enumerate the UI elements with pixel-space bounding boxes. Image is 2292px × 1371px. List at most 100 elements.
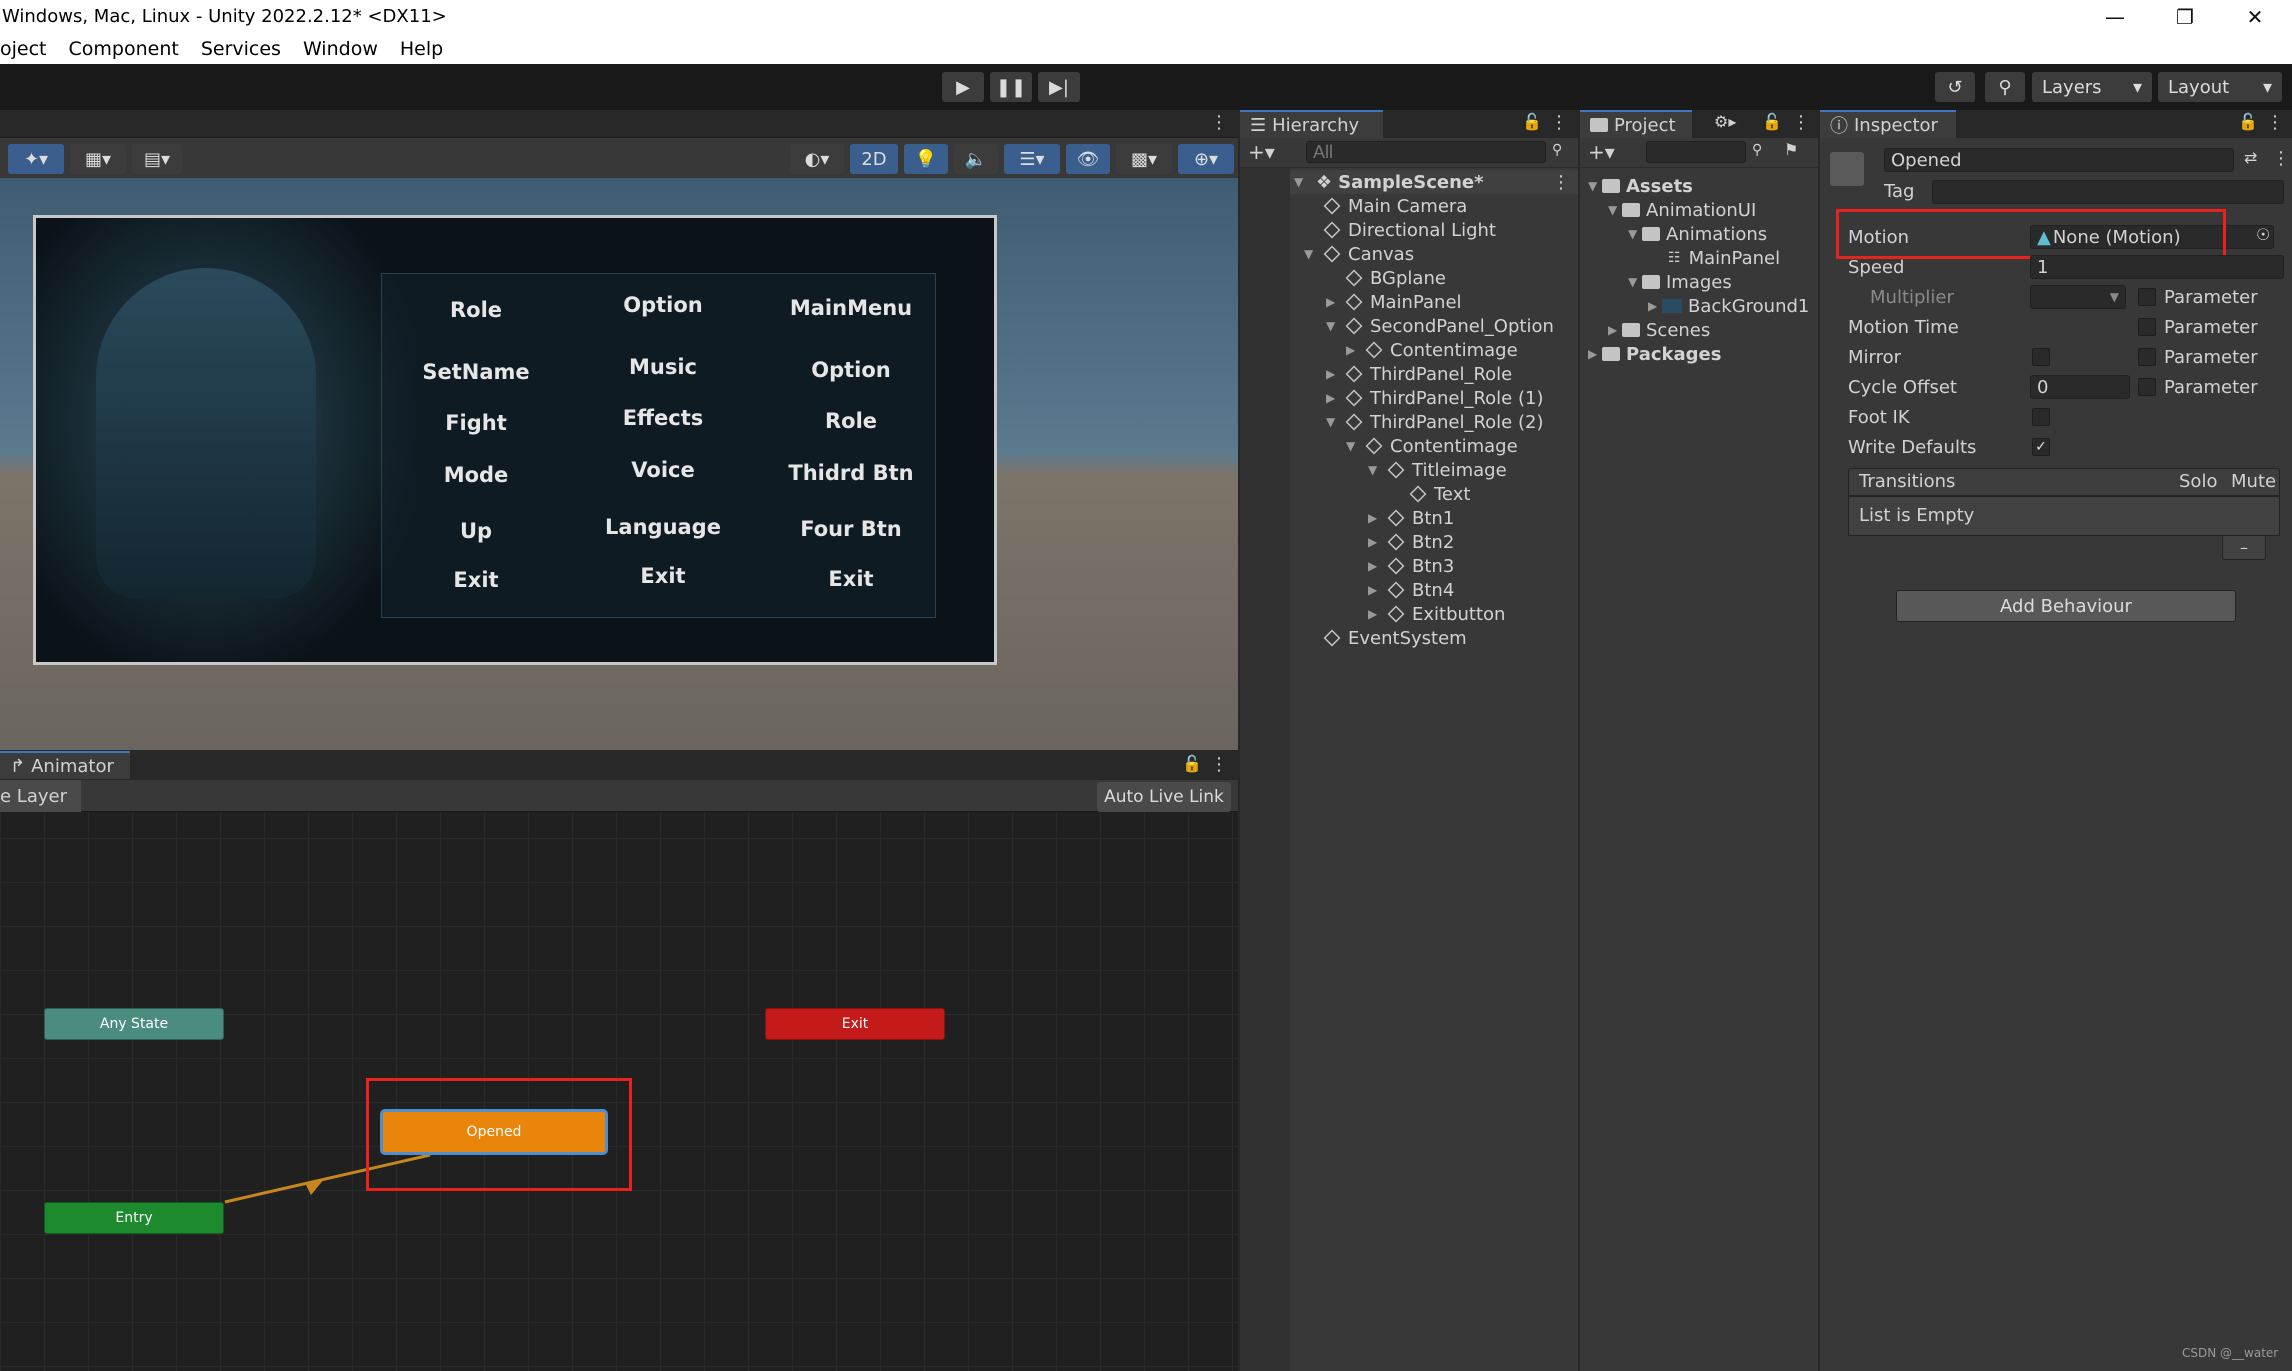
multiplier-dropdown[interactable]: ▼ [2030, 285, 2126, 309]
close-icon[interactable]: ✕ [2222, 0, 2288, 34]
tree-item[interactable]: ▶ Scenes [1608, 318, 1710, 342]
layers-dropdown[interactable]: Layers ▾ [2032, 72, 2152, 102]
tree-item[interactable]: ▶ Btn4 [1368, 578, 1454, 602]
option-button[interactable]: Option [583, 293, 743, 317]
tree-item[interactable]: ▼ Animations [1628, 222, 1767, 246]
motion-time-parameter-checkbox[interactable] [2138, 318, 2156, 336]
preset-icon[interactable]: ⇄ [2244, 148, 2257, 167]
minimize-icon[interactable]: — [2082, 0, 2148, 34]
lock-icon[interactable]: 🔓 [2238, 112, 2258, 131]
visibility-icon[interactable]: 👁 [1066, 144, 1110, 174]
chevron-right-icon[interactable]: ▶ [1608, 323, 1622, 337]
transform-tools-icon[interactable]: ✦▾ [8, 144, 64, 174]
more-menu-icon[interactable]: ⋮ [2272, 148, 2290, 169]
chevron-right-icon[interactable]: ▶ [1588, 347, 1602, 361]
fight-button[interactable]: Fight [396, 411, 556, 435]
chevron-right-icon[interactable]: ▶ [1326, 295, 1340, 309]
up-button[interactable]: Up [396, 519, 556, 543]
tree-item[interactable]: ▼ Images [1628, 270, 1732, 294]
animator-panel[interactable]: ↱ Animator 🔓 ⋮ e Layer Auto Live Link Any… [0, 750, 1238, 1371]
add-icon[interactable]: +▾ [1248, 140, 1275, 164]
cycle-offset-parameter-checkbox[interactable] [2138, 378, 2156, 396]
tree-item[interactable]: ▶ MainPanel [1326, 290, 1462, 314]
chevron-right-icon[interactable]: ▶ [1368, 535, 1382, 549]
tree-item[interactable]: Text [1409, 482, 1470, 506]
scene-row[interactable]: ▼ ❖ SampleScene* ⋮ [1290, 170, 1578, 194]
role-button[interactable]: Role [771, 409, 931, 433]
more-menu-icon[interactable]: ⋮ [1210, 112, 1228, 133]
chevron-down-icon[interactable]: ▼ [1628, 227, 1642, 241]
menu-component[interactable]: Component [69, 38, 179, 60]
tag-field[interactable] [1932, 180, 2284, 204]
search-filter-icon[interactable]: ⚲ [1752, 142, 1762, 158]
role-button[interactable]: Role [396, 298, 556, 322]
speed-field[interactable]: 1 [2030, 255, 2284, 279]
tree-item[interactable]: ▶ Exitbutton [1368, 602, 1505, 626]
any-state-node[interactable]: Any State [44, 1008, 224, 1040]
camera-icon[interactable]: ▩▾ [1116, 144, 1172, 174]
tree-item[interactable]: ▼ Contentimage [1346, 434, 1518, 458]
tree-item[interactable]: ▶ Btn3 [1368, 554, 1454, 578]
tree-item[interactable]: ▼ Canvas [1304, 242, 1414, 266]
state-name-field[interactable]: Opened [1884, 148, 2234, 172]
chevron-right-icon[interactable]: ▶ [1346, 343, 1360, 357]
more-menu-icon[interactable]: ⋮ [1552, 172, 1570, 193]
tab-project[interactable]: Project [1580, 110, 1692, 138]
tree-item[interactable]: ▶ ThirdPanel_Role [1326, 362, 1512, 386]
remove-transition-button[interactable]: – [2222, 536, 2266, 560]
chevron-down-icon[interactable]: ▼ [1304, 247, 1318, 261]
grid-snap-icon[interactable]: ▦▾ [70, 144, 126, 174]
chevron-right-icon[interactable]: ▶ [1648, 299, 1662, 313]
exit-button[interactable]: Exit [396, 568, 556, 592]
menu-services[interactable]: Services [201, 38, 281, 60]
search-filter-icon[interactable]: ⚲ [1552, 142, 1562, 158]
exit-node[interactable]: Exit [765, 1008, 945, 1040]
exit-button[interactable]: Exit [583, 564, 743, 588]
chevron-down-icon[interactable]: ▼ [1608, 203, 1622, 217]
tree-item[interactable]: ▼ Titleimage [1368, 458, 1507, 482]
chevron-right-icon[interactable]: ▶ [1368, 559, 1382, 573]
tree-item[interactable]: ▼ AnimationUI [1608, 198, 1756, 222]
foot-ik-checkbox[interactable] [2032, 408, 2050, 426]
lighting-icon[interactable]: 💡 [904, 144, 948, 174]
setname-button[interactable]: SetName [396, 360, 556, 384]
option-button[interactable]: Option [771, 358, 931, 382]
chevron-down-icon[interactable]: ▼ [1326, 415, 1340, 429]
music-button[interactable]: Music [583, 355, 743, 379]
pause-icon[interactable]: ❚❚ [990, 72, 1032, 102]
chevron-down-icon[interactable]: ▼ [1628, 275, 1642, 289]
tree-item[interactable]: EventSystem [1323, 626, 1467, 650]
chevron-down-icon[interactable]: ▼ [1346, 439, 1360, 453]
chevron-right-icon[interactable]: ▶ [1368, 607, 1382, 621]
tree-item[interactable]: ▶ Btn1 [1368, 506, 1454, 530]
menu-project[interactable]: oject [0, 38, 47, 60]
more-menu-icon[interactable]: ⋮ [1792, 112, 1810, 133]
multiplier-parameter-checkbox[interactable] [2138, 288, 2156, 306]
cycle-offset-field[interactable]: 0 [2030, 375, 2130, 399]
step-icon[interactable]: ▶| [1038, 72, 1080, 102]
chevron-down-icon[interactable]: ▼ [1326, 319, 1340, 333]
tree-item[interactable]: ▼ ThirdPanel_Role (2) [1326, 410, 1543, 434]
chevron-right-icon[interactable]: ▶ [1368, 583, 1382, 597]
tree-item-assets[interactable]: ▼ Assets [1588, 174, 1693, 198]
restore-icon[interactable]: ❐ [2152, 0, 2218, 34]
lock-icon[interactable]: 🔓 [1762, 112, 1782, 131]
chevron-right-icon[interactable]: ▶ [1368, 511, 1382, 525]
add-icon[interactable]: +▾ [1588, 140, 1615, 164]
menu-help[interactable]: Help [400, 38, 443, 60]
label-filter-icon[interactable]: ⚑ [1784, 140, 1798, 159]
object-picker-icon[interactable]: ☉ [2256, 225, 2270, 244]
mirror-parameter-checkbox[interactable] [2138, 348, 2156, 366]
add-behaviour-button[interactable]: Add Behaviour [1896, 590, 2236, 622]
third-button[interactable]: Thidrd Btn [771, 461, 931, 485]
tree-item[interactable]: ☷ MainPanel [1668, 246, 1780, 270]
effects-button[interactable]: Effects [583, 406, 743, 430]
tree-item[interactable]: ▶ Btn2 [1368, 530, 1454, 554]
history-icon[interactable]: ↺ [1935, 72, 1975, 102]
language-button[interactable]: Language [583, 515, 743, 539]
tree-item[interactable]: ▶ BackGround1 [1648, 294, 1809, 318]
lock-icon[interactable]: 🔓 [1522, 112, 1542, 131]
mainmenu-button[interactable]: MainMenu [771, 296, 931, 320]
chevron-right-icon[interactable]: ▶ [1326, 391, 1340, 405]
effects-icon[interactable]: ☰▾ [1004, 144, 1060, 174]
